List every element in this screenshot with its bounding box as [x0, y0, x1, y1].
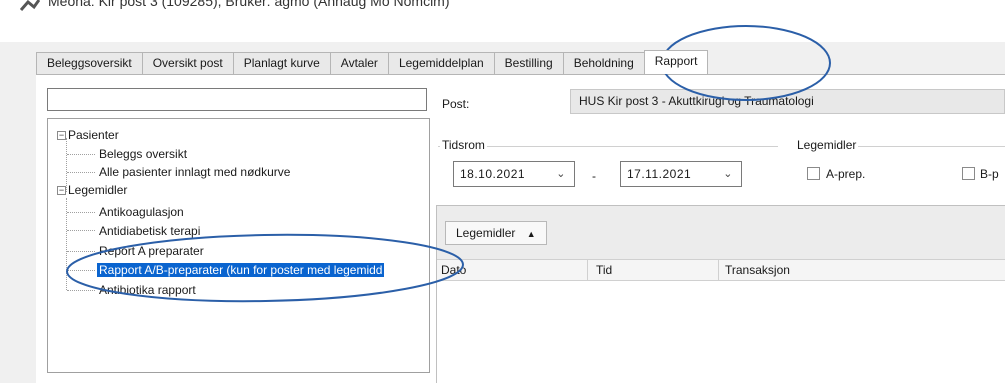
column-separator [718, 260, 719, 281]
selected-item-label: Rapport A/B-preparater (kun for poster m… [97, 263, 385, 277]
tree-item-antibiotika[interactable]: Antibiotika rapport [99, 281, 196, 299]
collapse-icon[interactable]: − [57, 186, 66, 195]
date-from-value: 18.10.2021 [460, 167, 526, 181]
column-header-transaksjon[interactable]: Transaksjon [721, 260, 921, 280]
column-header-dato[interactable]: Dato [437, 260, 587, 280]
tree-connector [66, 138, 67, 192]
tab-oversikt-post[interactable]: Oversikt post [141, 52, 233, 74]
tidsrom-label: Tidsrom [440, 138, 487, 152]
tab-rapport[interactable]: Rapport [643, 50, 709, 74]
legemidler-filter-label: Legemidler [795, 138, 859, 152]
group-border [438, 146, 778, 147]
tab-bestilling[interactable]: Bestilling [493, 52, 563, 74]
tree-node-legemidler[interactable]: Legemidler [68, 181, 127, 199]
tab-beholdning[interactable]: Beholdning [562, 52, 644, 74]
collapse-icon[interactable]: − [57, 131, 66, 140]
date-from-picker[interactable]: 18.10.2021 ⌄ [453, 161, 575, 187]
tree-item-beleggs-oversikt[interactable]: Beleggs oversikt [99, 145, 187, 163]
column-header-tid[interactable]: Tid [592, 260, 712, 280]
group-button-label: Legemidler [456, 226, 516, 240]
group-by-legemidler-button[interactable]: Legemidler ▲ [445, 221, 547, 245]
a-prep-label: A-prep. [826, 167, 866, 181]
a-prep-checkbox[interactable] [807, 167, 820, 180]
tree-item-alle-pasienter[interactable]: Alle pasienter innlagt med nødkurve [99, 163, 290, 181]
app-icon [20, 0, 40, 11]
sort-ascending-icon: ▲ [526, 229, 536, 239]
b-prep-label: B-p [980, 167, 999, 181]
tree-connector [67, 230, 95, 231]
tree-connector [67, 251, 95, 252]
tree-connector [67, 212, 95, 213]
tab-avtaler[interactable]: Avtaler [329, 52, 388, 74]
tree-connector [67, 270, 95, 271]
date-separator: - [592, 169, 596, 183]
tab-legemiddelplan[interactable]: Legemiddelplan [387, 52, 494, 74]
post-label: Post: [442, 97, 470, 111]
tree-connector [67, 154, 95, 155]
window-title: Meona: Kir post 3 (109285), Bruker: agmo… [48, 0, 450, 9]
tab-beleggsoversikt[interactable]: Beleggsoversikt [36, 52, 142, 74]
chevron-down-icon[interactable]: ⌄ [556, 162, 566, 186]
tree-node-pasienter[interactable]: Pasienter [68, 126, 119, 144]
b-prep-checkbox[interactable] [962, 167, 975, 180]
grid-header-row: Dato Tid Transaksjon [437, 259, 1005, 281]
tree-item-rapport-ab-selected[interactable]: Rapport A/B-preparater (kun for poster m… [97, 261, 429, 279]
tree-item-antidiabetisk[interactable]: Antidiabetisk terapi [99, 222, 200, 240]
tree-connector [67, 290, 95, 291]
date-to-picker[interactable]: 17.11.2021 ⌄ [620, 161, 742, 187]
tree-item-report-a[interactable]: Report A preparater [99, 242, 204, 260]
report-search-input[interactable] [47, 88, 427, 111]
tree-item-antikoagulasjon[interactable]: Antikoagulasjon [99, 203, 184, 221]
chevron-down-icon[interactable]: ⌄ [723, 162, 733, 186]
column-separator [587, 260, 588, 281]
main-window: Meona: Kir post 3 (109285), Bruker: agmo… [0, 0, 1005, 383]
title-bar: Meona: Kir post 3 (109285), Bruker: agmo… [0, 0, 1005, 42]
tab-strip: Beleggsoversikt Oversikt post Planlagt k… [36, 50, 709, 75]
post-field: HUS Kir post 3 - Akuttkirugi og Traumato… [570, 89, 1005, 114]
tab-planlagt-kurve[interactable]: Planlagt kurve [232, 52, 330, 74]
date-to-value: 17.11.2021 [627, 167, 692, 181]
tree-connector [67, 172, 95, 173]
